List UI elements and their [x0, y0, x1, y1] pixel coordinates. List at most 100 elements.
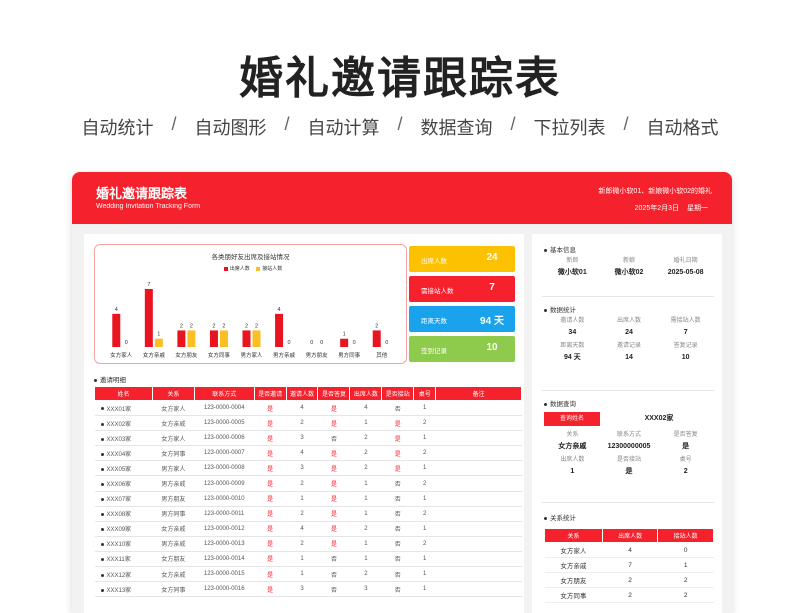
table-cell: 3 [349, 581, 382, 598]
table-row[interactable]: 女方家人 4 0 [544, 542, 714, 558]
col-header[interactable]: 出席人数 [601, 528, 659, 543]
col-header[interactable]: 姓名 [94, 386, 153, 401]
table-cell [435, 430, 522, 447]
table-cell: XXX01家 [94, 400, 153, 417]
table-cell: 否 [317, 551, 350, 568]
table-row[interactable]: 女方朋友 2 2 [544, 572, 714, 588]
table-row[interactable]: XXX11家 女方朋友 123-0000-0014 是 1 否 1 否 1 [94, 551, 522, 568]
table-row[interactable]: XXX02家 女方亲戚 123-0000-0005 是 2 是 1 是 2 [94, 415, 522, 432]
feature-separator: / [510, 114, 516, 134]
table-cell: 2 [286, 475, 318, 492]
table-row[interactable]: XXX06家 男方亲戚 123-0000-0009 是 2 是 1 否 2 [94, 475, 522, 492]
table-cell [435, 551, 522, 568]
bullet-icon [544, 308, 547, 312]
table-row[interactable]: XXX09家 女方亲戚 123-0000-0012 是 4 是 2 否 1 [94, 521, 522, 537]
table-cell [435, 415, 522, 432]
info-label: 出席人数 [616, 318, 641, 324]
info-label: 新郎 [566, 258, 579, 264]
table-cell: 是 [381, 415, 414, 432]
bar-value-label: 0 [353, 340, 356, 346]
table-cell: XXX04家 [94, 445, 153, 462]
table-cell: 否 [381, 581, 414, 598]
col-header[interactable]: 邀请人数 [285, 386, 319, 401]
table-cell: 4 [286, 445, 318, 462]
feature-separator: / [284, 114, 290, 134]
info-value: 94 天 [563, 354, 581, 361]
table-row[interactable]: 女方亲戚 7 1 [544, 557, 714, 573]
table-cell: 1 [349, 551, 382, 568]
bar-attend [275, 313, 284, 347]
table-cell: 是 [317, 400, 350, 417]
bullet-icon [544, 248, 547, 252]
table-cell: 123-0000-0015 [194, 566, 255, 583]
table-cell: 2 [349, 521, 382, 537]
table-row[interactable]: XXX10家 男方亲戚 123-0000-0013 是 2 是 1 否 2 [94, 536, 522, 552]
table-cell: 男方亲戚 [152, 536, 195, 552]
table-cell: XXX12家 [94, 566, 153, 583]
stat-label: 出席人数 [421, 258, 447, 265]
info-label: 邀请人数 [560, 318, 585, 324]
table-cell: 否 [381, 566, 414, 583]
col-header[interactable]: 接站人数 [657, 528, 714, 543]
col-header[interactable]: 出席人数 [349, 386, 383, 401]
feature-item: 自动格式 [646, 118, 719, 138]
table-cell: 3 [286, 430, 318, 447]
table-cell: XXX03家 [94, 430, 153, 447]
section-title-basic: 基本信息 [544, 244, 576, 254]
table-row[interactable]: XXX07家 男方朋友 123-0000-0010 是 1 是 1 否 1 [94, 491, 522, 507]
stat-card-days: 距离天数 94 天 [409, 306, 515, 332]
info-value: 1 [570, 468, 575, 475]
bar-attend [112, 313, 121, 347]
table-row[interactable]: XXX08家 男方同事 123-0000-0011 是 2 是 1 否 2 [94, 506, 522, 522]
col-header[interactable]: 桌号 [413, 386, 437, 401]
x-tick-label: 其他 [376, 351, 388, 359]
table-cell: 1 [349, 506, 382, 522]
query-name-select[interactable]: XXX02家 [604, 412, 714, 426]
col-header[interactable]: 是否答复 [317, 386, 351, 401]
current-date: 2025年2月3日 [634, 205, 679, 212]
table-cell: 是 [317, 491, 350, 507]
col-header[interactable]: 是否邀请 [253, 386, 287, 401]
bullet-icon [544, 402, 547, 406]
info-label: 新娘 [622, 258, 635, 264]
stat-card-pickup: 需接站人数 7 [409, 276, 515, 302]
query-name-button[interactable]: 查询姓名 [544, 412, 600, 426]
table-cell: XXX08家 [94, 506, 153, 522]
info-value: 7 [683, 329, 688, 336]
table-cell: 是 [317, 475, 350, 492]
info-value: 24 [625, 329, 633, 336]
section-title-stats: 数据统计 [544, 304, 576, 314]
bar-value-label: 4 [115, 307, 118, 313]
table-cell: 否 [381, 521, 414, 537]
section-title-invites: 邀请明细 [94, 374, 126, 384]
table-cell: 是 [317, 445, 350, 462]
table-row[interactable]: 女方同事 2 2 [544, 587, 714, 603]
col-header[interactable]: 关系 [544, 528, 603, 543]
table-cell: 是 [254, 445, 287, 462]
table-cell: 1 [657, 557, 714, 573]
table-cell [435, 445, 522, 462]
table-header-row: 关系 出席人数 接站人数 [544, 528, 714, 543]
col-header[interactable]: 备注 [435, 386, 522, 401]
table-row[interactable]: XXX04家 女方同事 123-0000-0007 是 4 是 2 是 2 [94, 445, 522, 462]
table-cell: 否 [317, 581, 350, 598]
table-row[interactable]: XXX13家 女方同事 123-0000-0016 是 3 否 3 否 1 [94, 581, 522, 598]
table-cell: 女方朋友 [152, 551, 195, 568]
col-header[interactable]: 是否接站 [381, 386, 415, 401]
table-row[interactable]: XXX05家 男方家人 123-0000-0008 是 3 是 2 是 1 [94, 460, 522, 477]
col-header[interactable]: 关系 [151, 386, 195, 401]
table-cell: 否 [381, 400, 414, 417]
table-cell: 是 [381, 430, 414, 447]
col-header[interactable]: 联系方式 [193, 386, 255, 401]
table-cell: 是 [254, 415, 287, 432]
table-row[interactable]: XXX03家 女方家人 123-0000-0006 是 3 否 2 是 1 [94, 430, 522, 447]
bar-value-label: 0 [288, 340, 291, 346]
bar-chart: 4 0 女方家人 7 1 女方亲戚 2 2 女方朋友 2 2 女方同事 2 2 男方家人 4 0 男方亲戚 0 0 男方… [110, 282, 388, 359]
couple-names: 新郎微小软01、新娘微小软02的婚礼 [598, 188, 712, 195]
table-cell: 1 [413, 581, 436, 598]
weekday: 星期一 [687, 205, 708, 212]
table-cell: 123-0000-0004 [194, 400, 255, 417]
table-row[interactable]: XXX01家 女方家人 123-0000-0004 是 4 是 4 否 1 [94, 400, 522, 417]
table-row[interactable]: XXX12家 女方亲戚 123-0000-0015 是 1 否 2 否 1 [94, 566, 522, 583]
app-header: 婚礼邀请跟踪表 Wedding Invitation Tracking Form… [72, 172, 732, 224]
